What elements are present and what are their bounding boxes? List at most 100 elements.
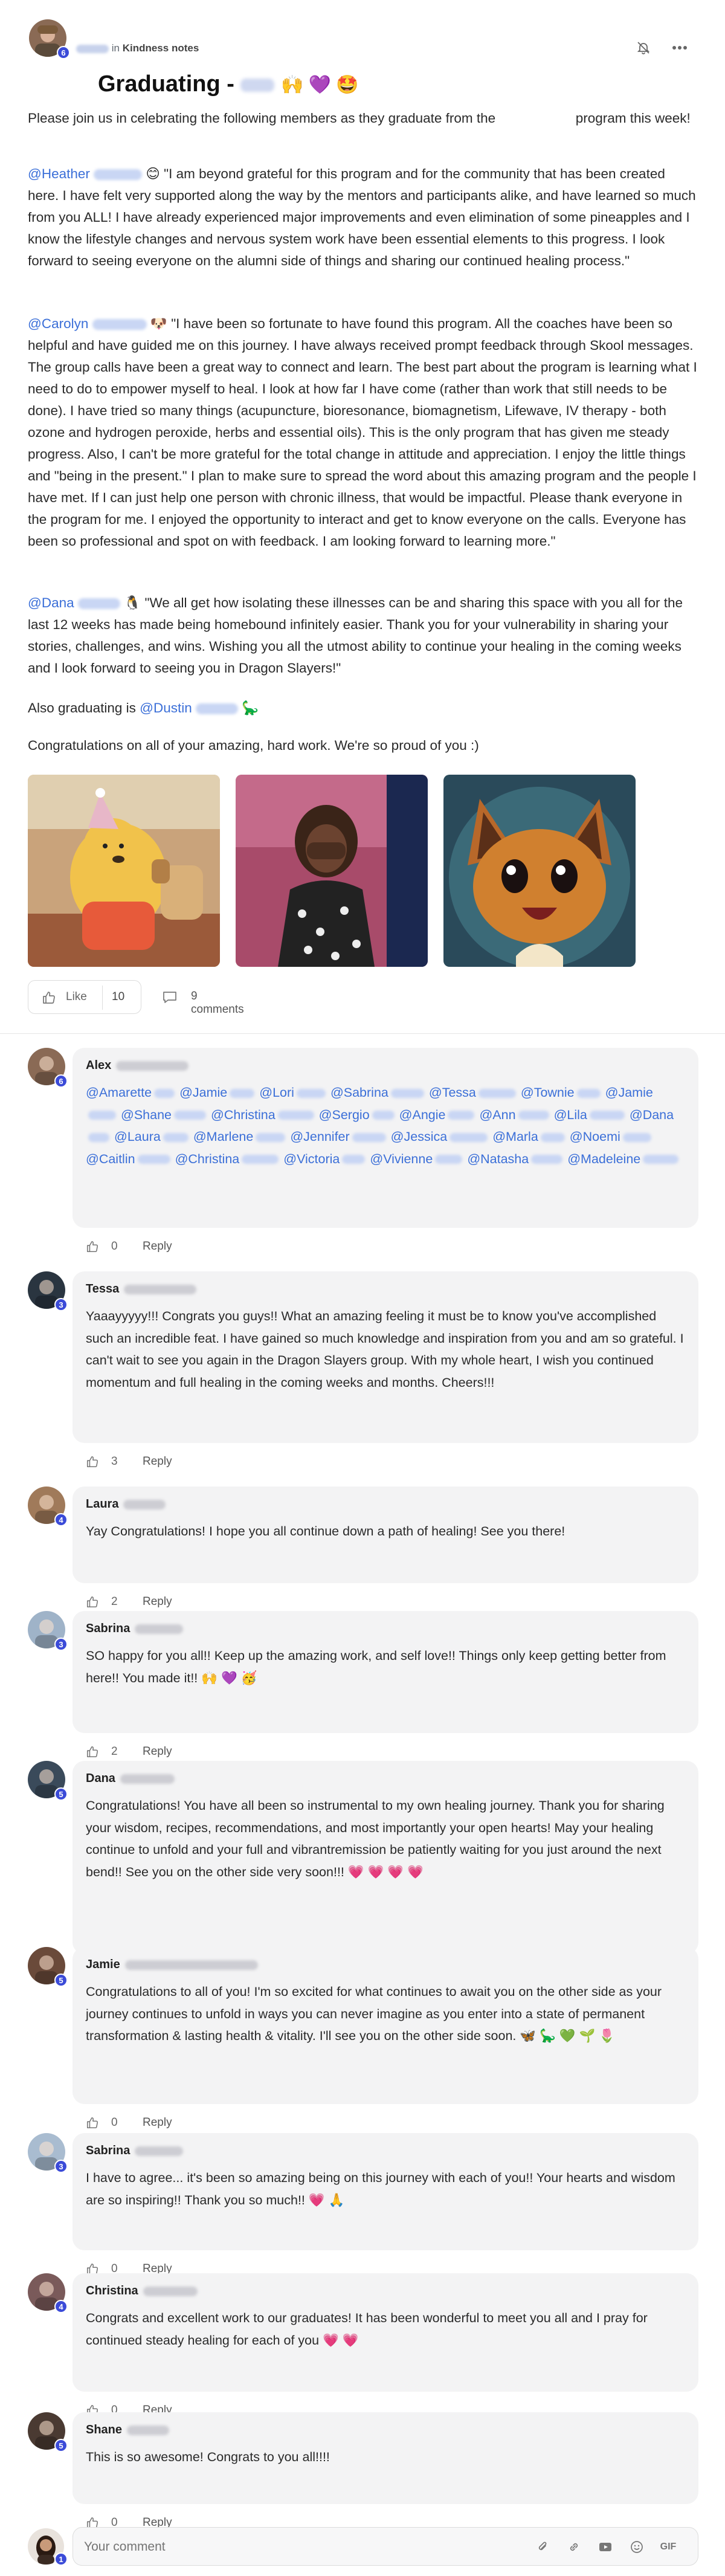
thumbs-up-icon[interactable] xyxy=(86,1240,99,1253)
comment: 4 Christina Congrats and excellent work to… xyxy=(28,2273,698,2428)
comments-count[interactable]: 9 comments xyxy=(191,990,244,1016)
mention-surname-redacted xyxy=(163,1132,188,1142)
mention-link[interactable]: @Noemi xyxy=(570,1129,620,1144)
mention-link[interactable]: @Sergio xyxy=(319,1108,370,1122)
mention-link[interactable]: @Amarette xyxy=(86,1085,152,1100)
mention-link[interactable]: @Natasha xyxy=(467,1152,529,1166)
mention-link[interactable]: @Lori xyxy=(259,1085,294,1100)
comment-bubble: Dana Congratulations! You have all been s… xyxy=(72,1761,698,1954)
author-line: in Kindness notes xyxy=(76,42,199,54)
mention-link[interactable]: @Angie xyxy=(399,1108,446,1122)
thumbs-up-icon[interactable] xyxy=(86,1455,99,1468)
mention-link[interactable]: @Jamie xyxy=(605,1085,653,1100)
mention-link[interactable]: @Madeleine xyxy=(567,1152,640,1166)
mention-link[interactable]: @Dustin xyxy=(140,700,192,715)
commenter-level-badge: 4 xyxy=(54,2300,68,2313)
comment-author[interactable]: Laura xyxy=(86,1497,166,1511)
link-icon[interactable] xyxy=(564,2537,584,2557)
mention-link[interactable]: @Jamie xyxy=(179,1085,227,1100)
mention-link[interactable]: @Marlene xyxy=(193,1129,254,1144)
mention-link[interactable]: @Carolyn xyxy=(28,316,88,331)
commenter-level-badge: 3 xyxy=(54,2160,68,2173)
reply-button[interactable]: Reply xyxy=(143,2116,172,2129)
mention-link[interactable]: @Vivienne xyxy=(370,1152,433,1166)
comment-text: Yay Congratulations! I hope you all cont… xyxy=(86,1524,566,1538)
comment-text: Congrats and excellent work to our gradu… xyxy=(86,2311,648,2348)
comment-author[interactable]: Jamie xyxy=(86,1958,258,1972)
comment-text: This is so awesome! Congrats to you all!… xyxy=(86,2450,330,2464)
comment-bubble: Shane This is so awesome! Congrats to you… xyxy=(72,2412,698,2504)
bell-icon[interactable] xyxy=(633,37,654,58)
mention-link[interactable]: @Caitlin xyxy=(86,1152,135,1166)
video-icon[interactable] xyxy=(595,2537,616,2557)
mention-link[interactable]: @Ann xyxy=(479,1108,515,1122)
mention-link[interactable]: @Victoria xyxy=(283,1152,340,1166)
comment-input-box[interactable]: GIF xyxy=(72,2527,698,2566)
mention-surname-redacted xyxy=(242,1155,279,1164)
comment-author[interactable]: Alex xyxy=(86,1059,189,1073)
mention-link[interactable]: @Sabrina xyxy=(330,1085,388,1100)
mention-link[interactable]: @Dana xyxy=(630,1108,674,1122)
reply-button[interactable]: Reply xyxy=(143,1455,172,1468)
gif-pooh-party[interactable] xyxy=(28,775,220,967)
mention-link[interactable]: @Townie xyxy=(521,1085,575,1100)
reply-button[interactable]: Reply xyxy=(143,1745,172,1758)
mention-surname-redacted xyxy=(622,1132,651,1142)
comment-icon xyxy=(163,992,176,1003)
attachment-icon[interactable] xyxy=(532,2537,553,2557)
mention-surname-redacted xyxy=(342,1155,366,1164)
comment-input[interactable] xyxy=(83,2536,460,2558)
title-emoji: 🙌 💜 🤩 xyxy=(281,75,359,95)
mention-link[interactable]: @Christina xyxy=(211,1108,276,1122)
comment-author[interactable]: Sabrina xyxy=(86,1622,184,1636)
comment-like-count: 2 xyxy=(111,1745,118,1758)
mention-surname-redacted xyxy=(88,1111,116,1120)
comment-author[interactable]: Tessa xyxy=(86,1282,197,1296)
mention-surname-redacted xyxy=(137,1155,170,1164)
mention-surname-redacted xyxy=(277,1111,314,1120)
comment-author[interactable]: Dana xyxy=(86,1772,175,1786)
mention-link[interactable]: @Heather xyxy=(28,166,90,181)
author-surname-redacted xyxy=(135,1624,184,1634)
mention-link[interactable]: @Dana xyxy=(28,595,74,610)
comment-author[interactable]: Shane xyxy=(86,2423,170,2437)
thumbs-up-icon[interactable] xyxy=(86,1595,99,1609)
mention-link[interactable]: @Marla xyxy=(492,1129,538,1144)
community-link[interactable]: Kindness notes xyxy=(123,42,199,54)
gif-person-laughing[interactable] xyxy=(236,775,428,967)
comment: 5 Jamie Congratulations to all of you! I'm… xyxy=(28,1947,698,2140)
comment-like-count: 3 xyxy=(111,1455,118,1468)
mention-surname-redacted xyxy=(256,1132,286,1142)
author-surname-redacted xyxy=(116,1060,189,1071)
reply-button[interactable]: Reply xyxy=(143,1240,172,1253)
more-icon[interactable] xyxy=(669,37,690,58)
gif-eevee-excited[interactable] xyxy=(443,775,636,967)
thumbs-up-icon[interactable] xyxy=(86,2116,99,2129)
mention-link[interactable]: @Tessa xyxy=(429,1085,476,1100)
mention-link[interactable]: @Shane xyxy=(121,1108,172,1122)
mention-surname-redacted xyxy=(643,1155,679,1164)
title-redacted xyxy=(240,78,275,92)
emoji-icon[interactable] xyxy=(627,2537,647,2557)
comment: 3 Tessa Yaaayyyyy!!! Congrats you guys!! W… xyxy=(28,1271,698,1479)
comment-author-name: Christina xyxy=(86,2284,138,2297)
like-label: Like xyxy=(66,990,87,1003)
mention-surname-redacted xyxy=(77,598,120,610)
mention-link[interactable]: @Lila xyxy=(554,1108,587,1122)
comment-author-name: Sabrina xyxy=(86,1622,130,1635)
comment-text: I have to agree... it's been so amazing … xyxy=(86,2171,675,2207)
gif-button[interactable]: GIF xyxy=(658,2537,678,2557)
comment-text: SO happy for you all!! Keep up the amazi… xyxy=(86,1648,666,1685)
author-surname-redacted xyxy=(135,2146,184,2156)
comment-author[interactable]: Christina xyxy=(86,2284,198,2298)
comment-author[interactable]: Sabrina xyxy=(86,2144,184,2158)
like-button[interactable]: Like 10 xyxy=(28,980,141,1014)
also-label: Also graduating is xyxy=(28,700,136,715)
mention-link[interactable]: @Jennifer xyxy=(290,1129,349,1144)
gif-gallery xyxy=(28,775,636,967)
mention-link[interactable]: @Jessica xyxy=(391,1129,448,1144)
mention-link[interactable]: @Laura xyxy=(114,1129,161,1144)
reply-button[interactable]: Reply xyxy=(143,1595,172,1609)
thumbs-up-icon[interactable] xyxy=(86,1745,99,1758)
mention-link[interactable]: @Christina xyxy=(175,1152,240,1166)
